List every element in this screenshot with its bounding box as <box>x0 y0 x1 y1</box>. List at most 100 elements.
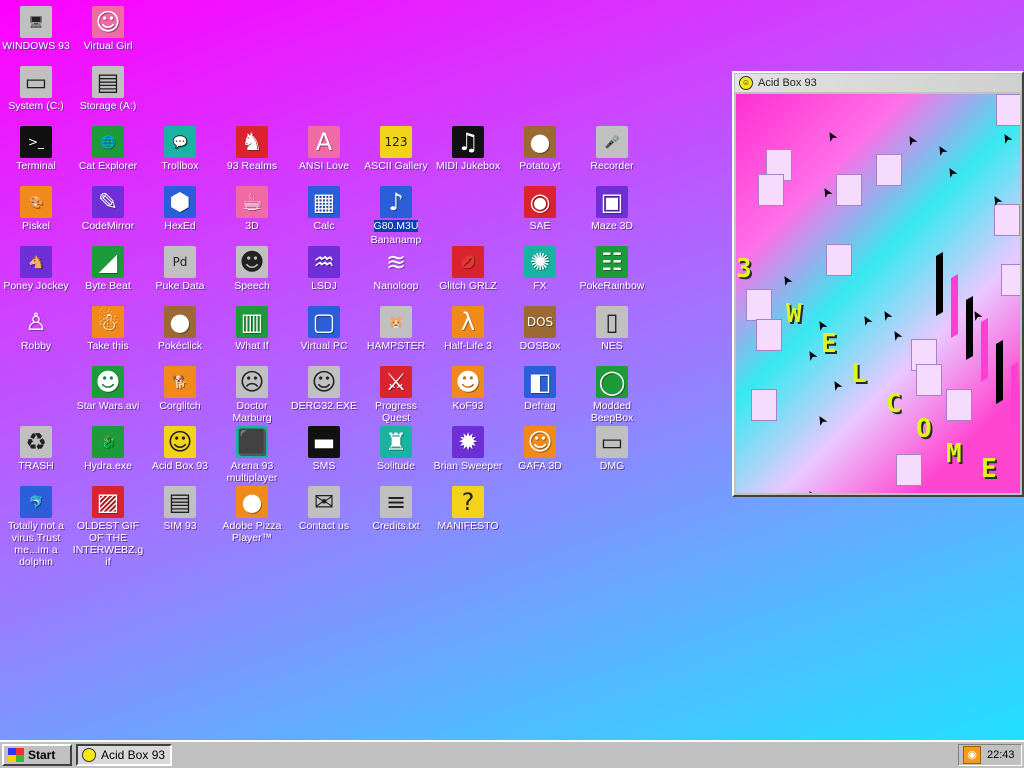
desktop-icon-pony[interactable]: 🐴 Poney Jockey <box>0 246 72 292</box>
desktop-icon-label: Glitch GRLZ <box>439 280 497 292</box>
document-icon <box>758 174 784 206</box>
desktop-icon-defrag[interactable]: ◧ Defrag <box>504 366 576 412</box>
desktop-icon-dolphin[interactable]: 🐬 Totally not a virus.Trust me...im a dol… <box>0 486 72 568</box>
desktop-icon-hard-drive[interactable]: ▭ System (C:) <box>0 66 72 112</box>
desktop-icon-floppy-drive[interactable]: ▤ Storage (A:) <box>72 66 144 112</box>
desktop-icon-virtual-girl[interactable]: ☺ Virtual Girl <box>72 6 144 52</box>
desktop-icon-maze[interactable]: ▣ Maze 3D <box>576 186 648 232</box>
acid-box-window[interactable]: ☺ Acid Box 93 ➤➤➤➤➤➤➤➤➤➤➤➤➤➤➤➤➤3WELCOME <box>732 71 1024 497</box>
desktop-icon-monitor-face[interactable]: ☺ DERG32.EXE <box>288 366 360 412</box>
pony-icon: 🐴 <box>20 246 52 278</box>
desktop-icon-teapot[interactable]: ☕ 3D <box>216 186 288 232</box>
cursor-icon: ➤ <box>902 132 921 149</box>
desktop-icon-doctor[interactable]: ☹ Doctor Marburg <box>216 366 288 424</box>
desktop-icon-label: Star Wars.avi <box>76 400 140 412</box>
desktop-icon-globe-cat[interactable]: 🌐 Cat Explorer <box>72 126 144 172</box>
microphone-icon: 🎤 <box>596 126 628 158</box>
desktop-icon-byte-beat[interactable]: ◢ Byte Beat <box>72 246 144 292</box>
desktop-icon-question-mark[interactable]: ? MANIFESTO <box>432 486 504 532</box>
desktop-icon-microphone[interactable]: 🎤 Recorder <box>576 126 648 172</box>
desktop-icon-cube[interactable]: ⬛ Arena 93 multiplayer <box>216 426 288 484</box>
desktop-icon-label: Byte Beat <box>85 280 131 292</box>
desktop-icon-code-mirror[interactable]: ✎ CodeMirror <box>72 186 144 232</box>
byte-beat-icon: ◢ <box>92 246 124 278</box>
taskbar-item-label: Acid Box 93 <box>101 748 166 762</box>
window-title-bar[interactable]: ☺ Acid Box 93 <box>735 74 1021 92</box>
desktop-icon-book[interactable]: ▤ SIM 93 <box>144 486 216 532</box>
desktop-icon-letter[interactable]: ✉ Contact us <box>288 486 360 532</box>
desktop-icon-calculator[interactable]: ▦ Calc <box>288 186 360 232</box>
dosbox-icon: DOS <box>524 306 556 338</box>
desktop-icon-letter-a[interactable]: A ANSI Love <box>288 126 360 172</box>
cursor-icon: ➤ <box>857 312 876 329</box>
desktop-icon-atom[interactable]: ✺ FX <box>504 246 576 292</box>
document-icon <box>876 154 902 186</box>
desktop-icon-what-if[interactable]: ▥ What If <box>216 306 288 352</box>
desktop-icon-nanoloop[interactable]: ≋ Nanoloop <box>360 246 432 292</box>
desktop-icon-yoda[interactable]: ☻ Star Wars.avi <box>72 366 144 412</box>
desktop-icon-lambda[interactable]: λ Half-Life 3 <box>432 306 504 352</box>
desktop-icon-windows-93[interactable]: 🖥 WINDOWS 93 <box>0 6 72 52</box>
desktop-icon-lips[interactable]: 💋 Glitch GRLZ <box>432 246 504 292</box>
desktop-icon-speech-face[interactable]: ☻ Speech <box>216 246 288 292</box>
desktop-icon-music-file[interactable]: ♪ G80.M3U Bananamp <box>360 186 432 246</box>
desktop-icon-old-man[interactable]: ☃ Take this <box>72 306 144 352</box>
desktop-icon-piano-keys[interactable]: ♫ MIDI Jukebox <box>432 126 504 172</box>
desktop-icon-solitude[interactable]: ♜ Solitude <box>360 426 432 472</box>
glitch-stripe <box>951 273 958 339</box>
desktop-icon-smiley[interactable]: ☺ Acid Box 93 <box>144 426 216 472</box>
calculator-icon: ▦ <box>308 186 340 218</box>
desktop-icon-fighter[interactable]: ☻ KoF93 <box>432 366 504 412</box>
desktop-icon-label: Poney Jockey <box>3 280 69 292</box>
desktop-icon-nes-console[interactable]: ▯ NES <box>576 306 648 352</box>
rss-icon[interactable]: ◉ <box>963 746 981 764</box>
desktop-icon-pizza[interactable]: ● Adobe Pizza Player™ <box>216 486 288 544</box>
welcome-letter: 3 <box>736 254 752 284</box>
desktop-icon-sms-console[interactable]: ▬ SMS <box>288 426 360 472</box>
desktop-icon-amiga-ball[interactable]: ◉ SAE <box>504 186 576 232</box>
desktop-icon-dosbox[interactable]: DOS DOSBox <box>504 306 576 352</box>
desktop-icon-cookie[interactable]: ● Pokéclick <box>144 306 216 352</box>
acid-box-canvas[interactable]: ➤➤➤➤➤➤➤➤➤➤➤➤➤➤➤➤➤3WELCOME <box>736 94 1020 493</box>
desktop-icon-paint-palette[interactable]: 🎨 Piskel <box>0 186 72 232</box>
desktop-icon-stick-figure[interactable]: ♙ Robby <box>0 306 72 352</box>
desktop-icon-doom-face[interactable]: ☺ GAFA 3D <box>504 426 576 472</box>
code-mirror-icon: ✎ <box>92 186 124 218</box>
desktop-icon-swords[interactable]: ⚔ Progress Quest <box>360 366 432 424</box>
desktop-icon-label: GAFA 3D <box>518 460 562 472</box>
cursor-icon: ➤ <box>817 184 836 201</box>
windows-93-icon: 🖥 <box>20 6 52 38</box>
desktop-icon-virtual-pc[interactable]: ▢ Virtual PC <box>288 306 360 352</box>
taskbar-item-acid-box[interactable]: Acid Box 93 <box>76 744 172 766</box>
cookie-icon: ● <box>164 306 196 338</box>
desktop-icon-mine[interactable]: ✹ Brian Sweeper <box>432 426 504 472</box>
desktop-icon-hamster[interactable]: 🐹 HAMPSTER <box>360 306 432 352</box>
start-button[interactable]: Start <box>2 744 72 766</box>
desktop-icon-chat-bubble[interactable]: 💬 Trollbox <box>144 126 216 172</box>
desktop-icon-pure-data[interactable]: Pd Puke Data <box>144 246 216 292</box>
desktop-icon-label: Contact us <box>298 520 350 532</box>
desktop-icon-hydra[interactable]: 🐉 Hydra.exe <box>72 426 144 472</box>
desktop-icon-gif-file[interactable]: ▨ OLDEST GIF OF THE INTERWEBZ.gif <box>72 486 144 568</box>
desktop-icon-potato[interactable]: ● Potato.yt <box>504 126 576 172</box>
desktop-icon-beepbox-ring[interactable]: ◯ Modded BeepBox <box>576 366 648 424</box>
desktop-icon-terminal[interactable]: >_ Terminal <box>0 126 72 172</box>
teapot-icon: ☕ <box>236 186 268 218</box>
desktop-icon-label: SAE <box>529 220 551 232</box>
desktop-icon-knight[interactable]: ♞ 93 Realms <box>216 126 288 172</box>
desktop-icon-gameboy[interactable]: ▭ DMG <box>576 426 648 472</box>
ascii-numbers-icon: 123 <box>380 126 412 158</box>
desktop-icon-hex-cube[interactable]: ⬢ HexEd <box>144 186 216 232</box>
mine-icon: ✹ <box>452 426 484 458</box>
desktop-icon-text-file[interactable]: ≡ Credits.txt <box>360 486 432 532</box>
desktop-icon-trash[interactable]: ♻ TRASH <box>0 426 72 472</box>
desktop-icon-poke-rainbow[interactable]: ☷ PokeRainbow <box>576 246 648 292</box>
desktop-icon-lsdj[interactable]: ♒ LSDJ <box>288 246 360 292</box>
desktop-icon-ascii-numbers[interactable]: 123 ASCII Gallery <box>360 126 432 172</box>
knight-icon: ♞ <box>236 126 268 158</box>
desktop-icon-label: DOSBox <box>519 340 561 352</box>
desktop-icon-label: SMS <box>312 460 336 472</box>
desktop-icon-label: System (C:) <box>8 100 64 112</box>
desktop-icon-corgi[interactable]: 🐕 Corglitch <box>144 366 216 412</box>
music-file-icon: ♪ <box>380 186 412 218</box>
